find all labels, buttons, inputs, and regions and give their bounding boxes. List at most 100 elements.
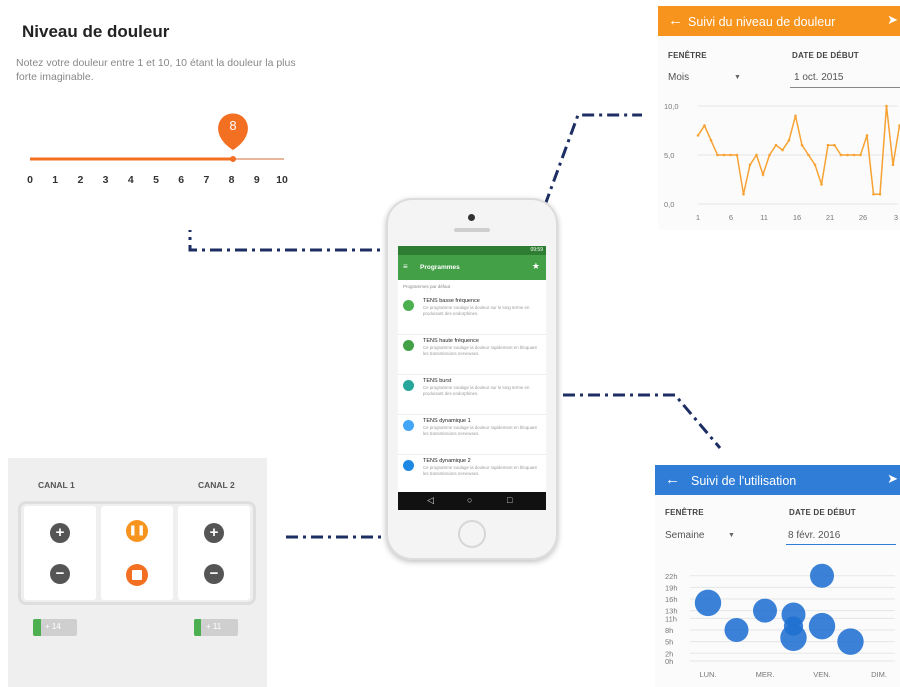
pain-point (800, 143, 804, 147)
pain-tick-10: 10 (276, 174, 288, 186)
back-arrow-icon[interactable]: ← (668, 12, 683, 29)
minus-icon[interactable]: − (204, 564, 224, 584)
pain-tick-5: 5 (153, 174, 159, 186)
pain-point (716, 153, 719, 157)
usage-bubble (694, 589, 722, 617)
pain-tick-9: 9 (253, 174, 260, 186)
phone-home-button[interactable] (458, 520, 486, 548)
channel-control-card: CANAL 1 CANAL 2 + − ❚❚ + − + 14 + 11 (8, 458, 267, 687)
pause-icon[interactable]: ❚❚ (126, 520, 148, 542)
channel-1-level: + 14 (33, 619, 77, 636)
pain-point (833, 143, 836, 147)
window-select[interactable]: Semaine (665, 530, 704, 541)
program-description: Ce programme soulage la douleur rapideme… (423, 425, 537, 436)
program-item[interactable]: TENS haute fréquence Ce programme soulage… (398, 334, 546, 375)
chevron-down-icon[interactable]: ▼ (728, 532, 735, 539)
pain-point (755, 153, 758, 157)
usage-bubble (808, 612, 836, 640)
program-title: TENS haute fréquence (423, 338, 479, 344)
playback-panel: ❚❚ (101, 506, 173, 600)
stop-icon[interactable] (126, 564, 148, 586)
start-date-label: DATE DE DÉBUT (789, 508, 856, 517)
start-date-underline (786, 544, 896, 545)
home-icon[interactable]: ○ (467, 495, 472, 505)
send-icon[interactable]: ➤ (887, 471, 898, 487)
pain-tick-1: 1 (52, 174, 59, 186)
pain-tick-6: 6 (178, 174, 185, 186)
usage-tracking-card: ← Suivi de l'utilisation ➤ FENÊTRE Semai… (655, 465, 900, 687)
pain-tick-4: 4 (127, 174, 134, 186)
x-tick-label: 6 (729, 213, 733, 222)
pain-series-line (697, 105, 900, 195)
pain-tracking-title: Suivi du niveau de douleur (688, 15, 836, 29)
x-tick-label: MER. (756, 670, 775, 679)
usage-tracking-header: ← Suivi de l'utilisation ➤ (655, 465, 900, 495)
pain-point (820, 183, 823, 186)
pain-tick-2: 2 (77, 174, 84, 186)
program-title: TENS basse fréquence (423, 298, 480, 304)
channel-2-panel: + − (178, 506, 250, 600)
program-item[interactable]: TENS dynamique 1 Ce programme soulage la … (398, 414, 546, 455)
pain-tracking-card: ← Suivi du niveau de douleur ➤ FENÊTRE M… (658, 6, 900, 230)
recents-icon[interactable]: □ (507, 495, 512, 505)
y-tick-label: 10,0 (664, 102, 679, 111)
phone-camera (468, 214, 475, 221)
minus-icon[interactable]: − (50, 564, 70, 584)
pain-level-title: Niveau de douleur (22, 22, 170, 41)
pain-point (807, 153, 810, 157)
channel-2-level-text: + 11 (206, 622, 222, 631)
pain-point (742, 192, 745, 196)
y-tick-label: 0,0 (664, 200, 674, 209)
send-icon[interactable]: ➤ (887, 12, 898, 28)
program-icon (403, 340, 414, 351)
pain-slider[interactable]: 8 (10, 108, 312, 168)
program-item[interactable]: TENS basse fréquence Ce programme soulage… (398, 294, 546, 335)
program-icon (403, 420, 414, 431)
back-icon[interactable]: ◁ (427, 495, 434, 506)
back-arrow-icon[interactable]: ← (665, 471, 680, 488)
pain-tick-0: 0 (27, 174, 33, 186)
pain-slider-value: 8 (229, 118, 236, 133)
pain-point (872, 192, 875, 196)
y-tick-label: 5,0 (664, 151, 674, 160)
pain-point (852, 153, 856, 157)
y-tick-label: 16h (665, 595, 678, 604)
section-label: Programmes par défaut (403, 284, 451, 289)
pain-point (885, 104, 888, 108)
plus-icon[interactable]: + (204, 523, 224, 543)
x-tick-label: 1 (696, 213, 700, 222)
plus-icon[interactable]: + (50, 523, 70, 543)
usage-tracking-title: Suivi de l'utilisation (691, 474, 797, 488)
x-tick-label: VEN. (813, 670, 831, 679)
pain-level-description: Notez votre douleur entre 1 et 10, 10 ét… (16, 57, 296, 83)
start-date-field[interactable]: 8 févr. 2016 (788, 530, 840, 541)
status-time: 09:59 (530, 247, 543, 253)
pain-line-chart: 10,05,00,01 6 11 16 21 26 3 (664, 102, 900, 222)
x-tick-label: 3 (894, 213, 898, 222)
channel-1-level-fill (33, 619, 41, 636)
program-title: TENS dynamique 2 (423, 458, 471, 464)
phone-speaker (454, 228, 490, 232)
pain-point (891, 163, 895, 167)
window-label: FENÊTRE (665, 508, 704, 517)
x-tick-label: 11 (760, 213, 768, 222)
pain-tracking-header: ← Suivi du niveau de douleur ➤ (658, 6, 900, 36)
pain-point (709, 139, 713, 142)
program-item[interactable]: TENS burst Ce programme soulage la douleu… (398, 374, 546, 415)
chevron-down-icon[interactable]: ▼ (734, 74, 741, 81)
pain-point (781, 148, 784, 152)
star-icon[interactable]: ★ (532, 261, 540, 272)
channel-1-level-text: + 14 (45, 622, 61, 631)
window-select[interactable]: Mois (668, 72, 689, 83)
pain-point (696, 134, 700, 137)
pain-point (865, 134, 869, 137)
program-item[interactable]: TENS dynamique 2 Ce programme soulage la … (398, 454, 546, 495)
x-tick-label: LUN. (699, 670, 716, 679)
pain-point (846, 153, 849, 157)
pain-point (878, 192, 882, 196)
menu-icon[interactable]: ≡ (403, 262, 408, 271)
start-date-field[interactable]: 1 oct. 2015 (794, 72, 843, 83)
pain-level-card: Niveau de douleur Notez votre douleur en… (10, 8, 312, 230)
app-bar: ≡ Programmes ★ (398, 255, 546, 280)
pain-point (703, 124, 706, 127)
